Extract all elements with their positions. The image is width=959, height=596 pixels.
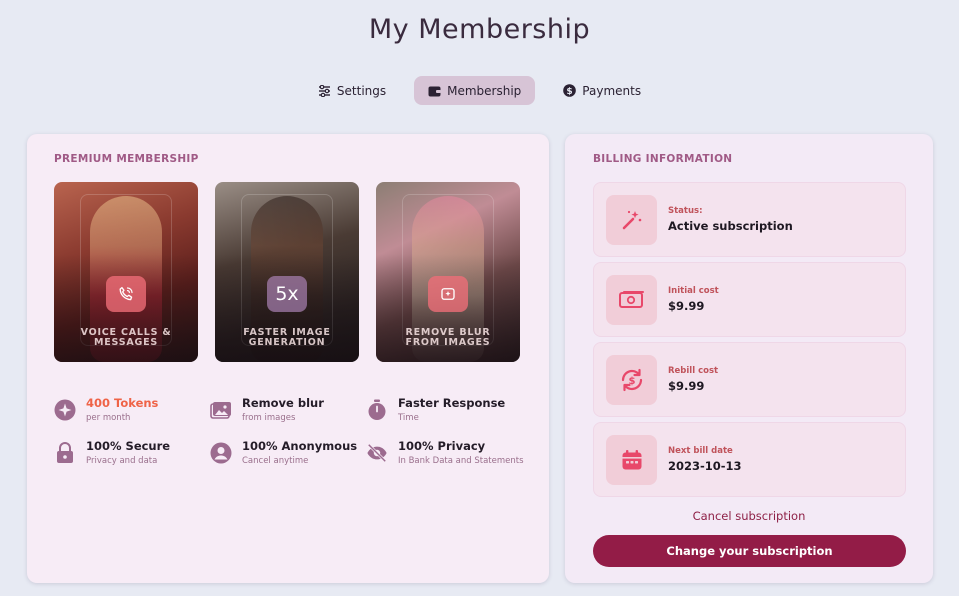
tab-settings[interactable]: Settings (304, 76, 400, 105)
calendar-icon (606, 435, 657, 485)
dollar-circle-icon: $ (563, 84, 577, 97)
feature-tokens: 400 Tokens per month (54, 396, 210, 423)
speed-badge: 5x (267, 276, 307, 312)
feature-subtitle: In Bank Data and Statements (398, 456, 524, 466)
feature-subtitle: per month (86, 413, 131, 423)
section-label: BILLING INFORMATION (593, 153, 733, 165)
sparkle-icon (54, 399, 76, 421)
feature-title: 100% Anonymous (242, 439, 358, 453)
tab-label: Payments (582, 83, 642, 98)
billing-card: BILLING INFORMATION Status: Active subsc… (565, 134, 933, 583)
billing-label: Next bill date (668, 446, 733, 456)
image-icon (210, 399, 232, 421)
tab-membership[interactable]: Membership (414, 76, 536, 105)
remove-blur-card[interactable]: REMOVE BLUR FROM IMAGES (376, 182, 520, 362)
eye-off-icon (366, 442, 388, 464)
billing-status: Status: Active subscription (593, 182, 906, 257)
feature-subtitle: Cancel anytime (242, 456, 309, 466)
refresh-dollar-icon: $ (606, 355, 657, 405)
svg-text:$: $ (628, 376, 635, 387)
feature-list: 400 Tokens per month Remove blur from im… (54, 396, 534, 466)
phone-icon (106, 276, 146, 312)
voice-calls-card[interactable]: VOICE CALLS & MESSAGES (54, 182, 198, 362)
billing-label: Initial cost (668, 286, 719, 296)
image-sparkle-icon (428, 276, 468, 312)
billing-label: Status: (668, 206, 703, 216)
card-caption: REMOVE BLUR FROM IMAGES (405, 327, 491, 348)
billing-value: $9.99 (668, 379, 705, 393)
feature-faster-response: Faster Response Time (366, 396, 534, 423)
money-icon (606, 275, 657, 325)
feature-title: Remove blur (242, 396, 324, 410)
svg-text:$: $ (567, 87, 573, 97)
tab-payments[interactable]: $ Payments (549, 76, 655, 105)
billing-next-date: Next bill date 2023-10-13 (593, 422, 906, 497)
feature-title: 100% Secure (86, 439, 171, 453)
feature-secure: 100% Secure Privacy and data (54, 439, 210, 466)
wallet-icon (428, 84, 442, 97)
tab-label: Membership (447, 83, 522, 98)
billing-value: $9.99 (668, 299, 705, 313)
feature-privacy: 100% Privacy In Bank Data and Statements (366, 439, 534, 466)
billing-rebill-cost: $ Rebill cost $9.99 (593, 342, 906, 417)
billing-initial-cost: Initial cost $9.99 (593, 262, 906, 337)
user-circle-icon (210, 442, 232, 464)
feature-subtitle: Time (398, 413, 419, 423)
membership-card: PREMIUM MEMBERSHIP VOICE CALLS & MESSAGE… (27, 134, 549, 583)
feature-anonymous: 100% Anonymous Cancel anytime (210, 439, 366, 466)
stopwatch-icon (366, 399, 388, 421)
sliders-icon (318, 84, 331, 97)
tab-bar: Settings Membership $ Payments (0, 76, 959, 105)
feature-remove-blur: Remove blur from images (210, 396, 366, 423)
change-subscription-button[interactable]: Change your subscription (593, 535, 906, 567)
billing-value: 2023-10-13 (668, 459, 742, 473)
billing-value: Active subscription (668, 219, 793, 233)
tab-label: Settings (336, 83, 387, 98)
feature-title: 400 Tokens (86, 396, 159, 410)
card-caption: FASTER IMAGE GENERATION (243, 327, 331, 348)
feature-subtitle: Privacy and data (86, 456, 158, 466)
feature-title: 100% Privacy (398, 439, 486, 453)
section-label: PREMIUM MEMBERSHIP (54, 153, 199, 165)
lock-icon (54, 442, 76, 464)
cancel-subscription-link[interactable]: Cancel subscription (565, 509, 933, 523)
card-caption: VOICE CALLS & MESSAGES (80, 327, 172, 348)
feature-title: Faster Response (398, 396, 506, 410)
billing-label: Rebill cost (668, 366, 719, 376)
feature-photos: VOICE CALLS & MESSAGES 5x FASTER IMAGE G… (54, 182, 520, 362)
faster-generation-card[interactable]: 5x FASTER IMAGE GENERATION (215, 182, 359, 362)
magic-wand-icon (606, 195, 657, 245)
page-title: My Membership (368, 14, 591, 45)
feature-subtitle: from images (242, 413, 296, 423)
